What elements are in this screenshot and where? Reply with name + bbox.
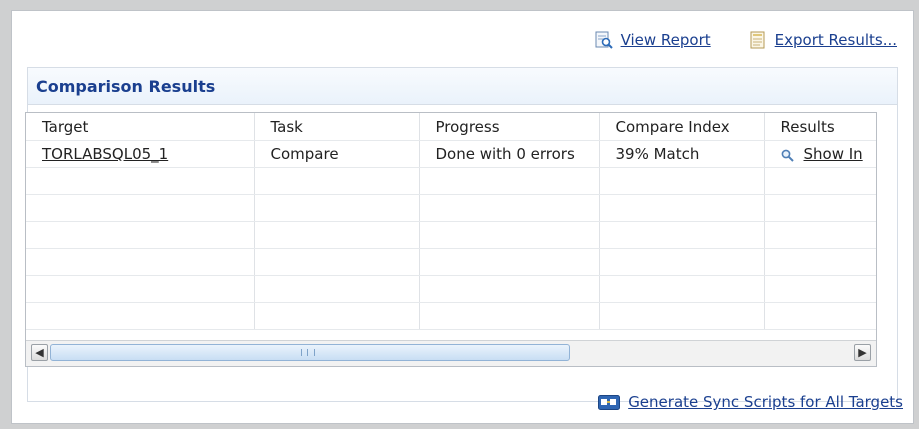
grip-icon [301, 349, 315, 356]
column-header-progress[interactable]: Progress [419, 113, 600, 141]
results-table: Target Task Progress Compare Index Resul… [26, 113, 876, 330]
table-row [26, 248, 876, 276]
table-row [26, 275, 876, 303]
column-header-results[interactable]: Results [764, 113, 876, 141]
compare-index-cell: 39% Match [599, 140, 765, 168]
results-cell[interactable]: Show In [764, 140, 876, 168]
toolbar: View Report Export Results... [595, 31, 897, 49]
export-results-label: Export Results... [774, 31, 897, 49]
task-cell: Compare [254, 140, 420, 168]
scroll-left-button[interactable]: ◀ [31, 344, 48, 361]
section-header: Comparison Results [28, 68, 897, 105]
scroll-thumb[interactable] [50, 344, 570, 361]
table-header-row: Target Task Progress Compare Index Resul… [26, 113, 876, 141]
column-header-target[interactable]: Target [26, 113, 255, 141]
section-title: Comparison Results [36, 76, 216, 96]
show-results-link[interactable]: Show In [804, 145, 863, 163]
sync-script-icon [598, 394, 621, 410]
view-report-link[interactable]: View Report [595, 31, 711, 49]
table-row [26, 167, 876, 195]
scroll-right-button[interactable]: ▶ [854, 344, 871, 361]
table-row [26, 194, 876, 222]
table-row[interactable]: TORLABSQL05_1 Compare Done with 0 errors… [26, 140, 876, 168]
target-cell[interactable]: TORLABSQL05_1 [26, 140, 255, 168]
view-report-label: View Report [620, 31, 711, 49]
horizontal-scrollbar[interactable]: ◀ ▶ [26, 340, 876, 366]
target-link[interactable]: TORLABSQL05_1 [42, 145, 168, 163]
generate-sync-scripts-label: Generate Sync Scripts for All Targets [628, 393, 903, 411]
progress-cell: Done with 0 errors [419, 140, 600, 168]
column-header-compare-index[interactable]: Compare Index [599, 113, 765, 141]
export-results-link[interactable]: Export Results... [749, 31, 897, 49]
table-row [26, 302, 876, 330]
results-grid: Target Task Progress Compare Index Resul… [25, 112, 877, 367]
export-document-icon [749, 31, 767, 49]
chevron-left-icon: ◀ [35, 346, 44, 359]
chevron-right-icon: ▶ [858, 346, 867, 359]
column-header-task[interactable]: Task [254, 113, 420, 141]
generate-sync-scripts-link[interactable]: Generate Sync Scripts for All Targets [598, 393, 903, 411]
report-magnifier-icon [595, 31, 613, 49]
magnifier-icon [781, 148, 794, 162]
table-row [26, 221, 876, 249]
